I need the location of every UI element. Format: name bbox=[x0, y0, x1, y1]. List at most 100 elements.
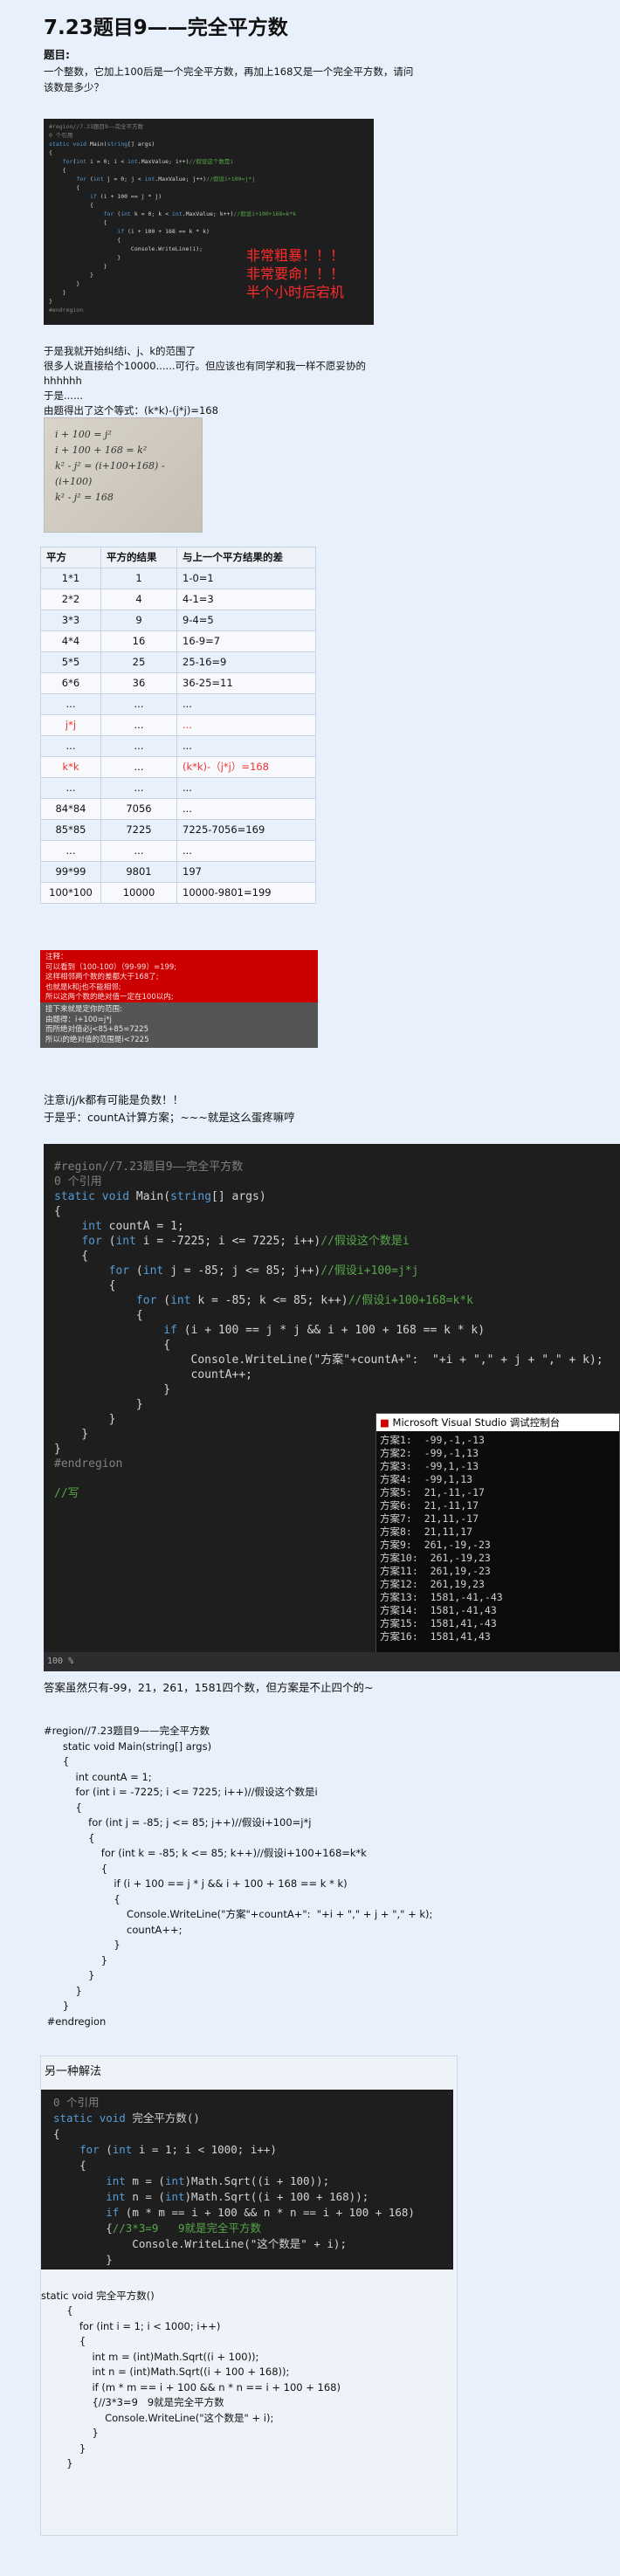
code-line: 0 个引用 bbox=[49, 132, 73, 139]
table-cell: 4-1=3 bbox=[176, 589, 316, 610]
table-header: 与上一个平方结果的差 bbox=[176, 547, 316, 568]
annotation-line: 接下来就是定你的范围: bbox=[45, 1005, 122, 1014]
code-line: for (int k = -85; k <= 85; k++)//假设i+100… bbox=[135, 1294, 473, 1307]
table-cell: 100*100 bbox=[40, 882, 101, 904]
console-line: 方案5: 21,-11,-17 bbox=[380, 1486, 485, 1498]
code-line: if (m * m == i + 100 && n * n == i + 100… bbox=[106, 2205, 415, 2219]
table-row: k*k... (k*k)-（j*j）=168 bbox=[40, 756, 316, 778]
table-cell: k*k bbox=[40, 756, 101, 778]
code-line: for(int i = 0; i < int.MaxValue; i++)//假… bbox=[62, 158, 234, 165]
table-cell: ... bbox=[176, 735, 316, 757]
table-row: 84*84 7056... bbox=[40, 798, 316, 820]
code-screenshot-naive: #region//7.23题目9——完全平方数 0 个引用 static void … bbox=[44, 119, 374, 325]
console-line: 方案1: -99,-1,-13 bbox=[380, 1434, 485, 1446]
code-line: } bbox=[53, 2252, 113, 2266]
table-row: 5*5 25 25-16=9 bbox=[40, 651, 316, 673]
table-cell: ... bbox=[100, 777, 177, 799]
table-cell: 5*5 bbox=[40, 651, 101, 673]
table-row: ......... bbox=[40, 777, 316, 799]
console-line: 方案9: 261,-19,-23 bbox=[380, 1539, 491, 1551]
table-cell: 9 bbox=[100, 610, 177, 631]
table-row: 2*2 4 4-1=3 bbox=[40, 589, 316, 610]
table-cell: ... bbox=[176, 840, 316, 862]
table-cell: 1*1 bbox=[40, 568, 101, 589]
vs-icon: ■ bbox=[380, 1416, 389, 1429]
equation-line: i + 100 = j² bbox=[55, 429, 112, 440]
code-line: for (int k = 0; k < int.MaxValue; k++)//… bbox=[103, 210, 297, 217]
table-header: 平方 bbox=[40, 547, 101, 568]
table-row: j*j...... bbox=[40, 714, 316, 736]
note-line: 很多人说直接给个10000......可行。但应该也有同学和我一样不愿妥协的hh… bbox=[44, 360, 367, 387]
table-cell: 1-0=1 bbox=[176, 568, 316, 589]
notes-negative: 注意i/j/k都有可能是负数！！ 于是乎：countA计算方案；~~~就是这么蛋… bbox=[44, 1092, 295, 1126]
table-row: 99*99 9801 197 bbox=[40, 861, 316, 883]
squares-table: 平方 平方的结果 与上一个平方结果的差 1*1 1 1-0=1 2*2 4 4-1=3 3*… bbox=[40, 547, 316, 904]
annotation-line: 可以看到（100-100）（99-99）=199; bbox=[45, 962, 177, 972]
code-line: 0 个引用 bbox=[54, 1175, 102, 1188]
debug-console-window: ■ Microsoft Visual Studio 调试控制台 方案1: -99… bbox=[375, 1413, 620, 1666]
code-line: { bbox=[49, 237, 121, 244]
console-titlebar: ■ Microsoft Visual Studio 调试控制台 bbox=[376, 1414, 619, 1431]
table-cell: ... bbox=[40, 777, 101, 799]
console-line: 方案14: 1581,-41,43 bbox=[380, 1604, 497, 1616]
annotation-line: 所以这两个数的绝对值一定在100以内; bbox=[45, 993, 174, 1002]
table-cell: 7225 bbox=[100, 819, 177, 841]
code-line: {//3*3=9 9就是完全平方数 bbox=[53, 2221, 262, 2235]
table-cell: 25-16=9 bbox=[176, 651, 316, 673]
code-line: #region//7.23题目9——完全平方数 bbox=[49, 123, 144, 130]
code-screenshot-alt: 0 个引用 static void 完全平方数(){ for (int i = 1… bbox=[41, 2089, 453, 2269]
table-cell: 197 bbox=[176, 861, 316, 883]
code-line: } bbox=[54, 1398, 143, 1411]
table-cell: 85*85 bbox=[40, 819, 101, 841]
warning-line: 非常粗暴！！！ bbox=[246, 247, 345, 264]
code-line: { bbox=[49, 149, 52, 156]
table-row: 4*4 16 16-9=7 bbox=[40, 630, 316, 652]
zoom-level[interactable]: 100 % bbox=[47, 1656, 73, 1666]
notes-range: 于是我就开始纠结i、j、k的范围了 很多人说直接给个10000......可行。… bbox=[44, 344, 375, 418]
table-cell: ... bbox=[176, 798, 316, 820]
code-line: { bbox=[54, 1279, 116, 1292]
equation-line: k² - j² = (i+100+168) - (i+100) bbox=[55, 460, 165, 487]
code-line: { bbox=[49, 167, 66, 174]
code-line: { bbox=[54, 1339, 171, 1352]
table-cell: 3*3 bbox=[40, 610, 101, 631]
code-line: if (i + 100 == j * j) bbox=[89, 193, 162, 200]
code-line: for (int i = 1; i < 1000; i++) bbox=[79, 2142, 277, 2156]
alt-solution-label: 另一种解法 bbox=[45, 2065, 102, 2078]
alt-solution-card: 另一种解法 0 个引用 static void 完全平方数(){ for (int… bbox=[40, 2056, 458, 2536]
table-cell: ... bbox=[176, 777, 316, 799]
code-line: int countA = 1; bbox=[81, 1220, 184, 1233]
table-cell: ... bbox=[100, 693, 177, 715]
console-line: 方案10: 261,-19,23 bbox=[380, 1552, 491, 1564]
table-row: 3*3 9 9-4=5 bbox=[40, 610, 316, 631]
problem-label: 题目: bbox=[44, 48, 70, 61]
table-cell: 4 bbox=[100, 589, 177, 610]
code-line: { bbox=[49, 184, 80, 191]
code-line: int n = (int)Math.Sqrt((i + 100 + 168)); bbox=[106, 2189, 369, 2203]
red-annotation: 注释： 可以看到（100-100）（99-99）=199; 这样相邻两个数的差都大于… bbox=[40, 950, 318, 1022]
table-row: ......... bbox=[40, 840, 316, 862]
console-line: 方案2: -99,-1,13 bbox=[380, 1447, 479, 1459]
console-title: Microsoft Visual Studio 调试控制台 bbox=[392, 1416, 561, 1429]
annotation-line: 注释： bbox=[45, 953, 68, 961]
warning-text: 非常粗暴！！！ 非常要命！！！ 半个小时后宕机 bbox=[246, 246, 344, 301]
console-output: 方案1: -99,-1,-13 方案2: -99,-1,13 方案3: -99,1,… bbox=[376, 1431, 619, 1643]
console-line: 方案11: 261,19,-23 bbox=[380, 1565, 491, 1577]
problem-line-2: 该数是多少？ bbox=[44, 80, 104, 93]
table-cell: ... bbox=[176, 693, 316, 715]
editor-statusbar: 100 % bbox=[44, 1652, 620, 1671]
note-line: 于是乎：countA计算方案；~~~就是这么蛋疼嘛哼 bbox=[44, 1111, 295, 1124]
plain-code-alt: static void 完全平方数() { for (int i = 1; i … bbox=[41, 2289, 341, 2470]
table-cell: ... bbox=[100, 756, 177, 778]
table-cell: 25 bbox=[100, 651, 177, 673]
code-line: for (int j = 0; j < int.MaxValue; j++)//… bbox=[76, 176, 256, 183]
code-line: #region//7.23题目9——完全平方数 bbox=[54, 1161, 244, 1174]
console-line: 方案4: -99,1,13 bbox=[380, 1473, 473, 1485]
console-line: 方案15: 1581,41,-43 bbox=[380, 1617, 497, 1629]
code-line: if (i + 100 == j * j && i + 100 + 168 ==… bbox=[163, 1324, 486, 1337]
table-row: ......... bbox=[40, 735, 316, 757]
problem-line-1: 一个整数，它加上100后是一个完全平方数，再加上168又是一个完全平方数，请问 bbox=[44, 65, 414, 78]
table-cell: 36-25=11 bbox=[176, 672, 316, 694]
code-line: static void Main(string[] args) bbox=[54, 1190, 266, 1203]
table-row: 100*100 10000 10000-9801=199 bbox=[40, 882, 316, 904]
